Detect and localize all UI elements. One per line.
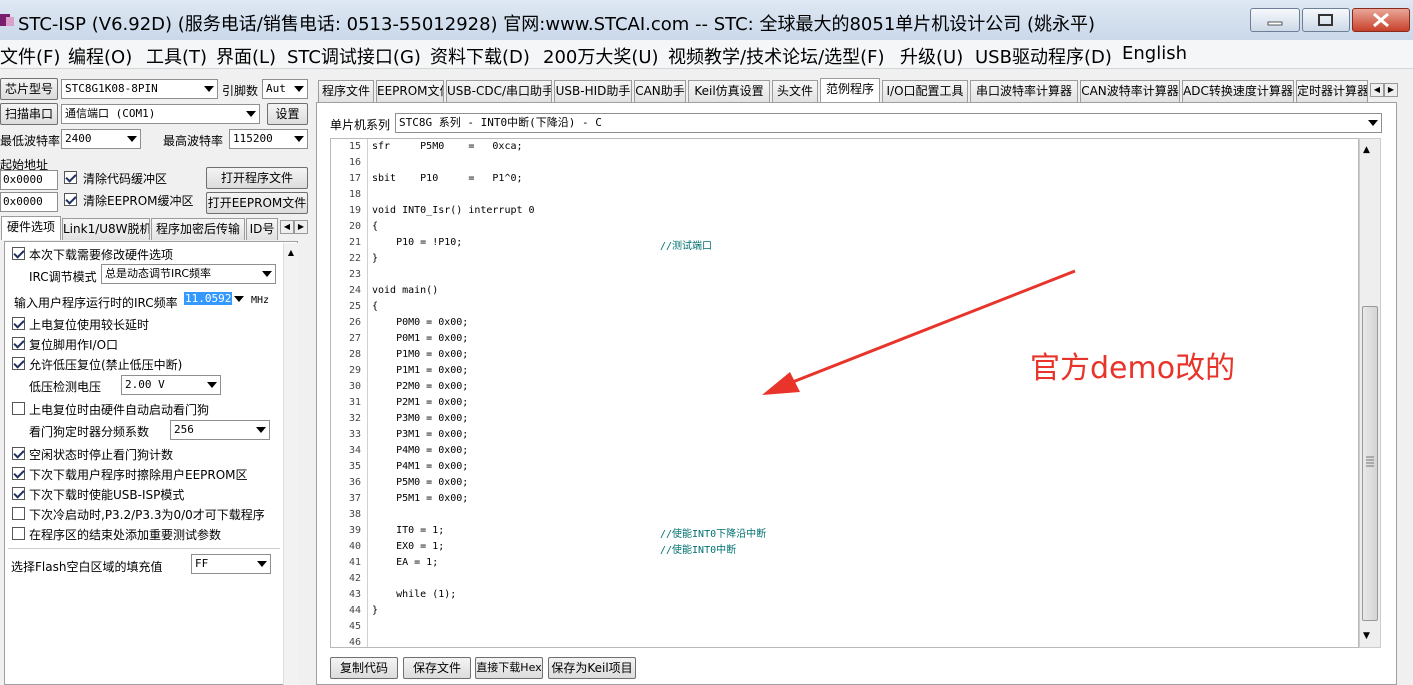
tab-example-programs[interactable]: 范例程序	[820, 78, 880, 102]
tab-hardware-options[interactable]: 硬件选项	[1, 216, 61, 240]
annotation-text: 官方demo改的	[1030, 351, 1236, 386]
